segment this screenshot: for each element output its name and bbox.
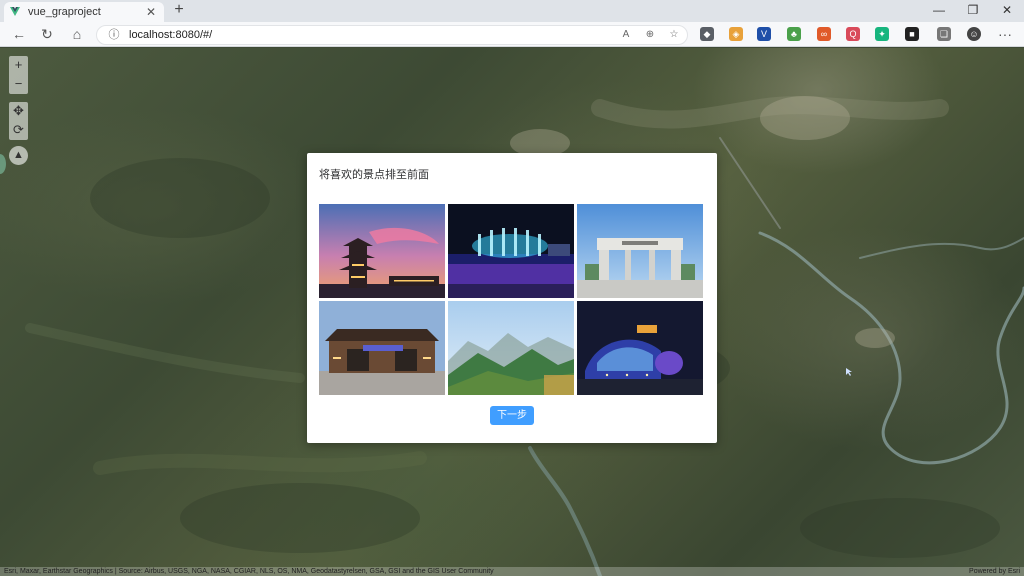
- mouse-pointer-icon: [846, 368, 852, 376]
- extension-glasses-icon[interactable]: ∞: [817, 27, 831, 41]
- favorite-star-icon[interactable]: ☆: [667, 28, 681, 42]
- home-icon[interactable]: ⌂: [68, 26, 86, 44]
- photo-mountain-ridge[interactable]: [448, 301, 574, 395]
- next-step-button[interactable]: 下一步: [490, 406, 534, 425]
- minimize-button[interactable]: —: [922, 0, 956, 22]
- photo-university-gate[interactable]: [577, 204, 703, 298]
- attribution-text: Esri, Maxar, Earthstar Geographics | Sou…: [4, 568, 494, 575]
- photo-pavilion-tower-sunset[interactable]: [319, 204, 445, 298]
- collections-icon[interactable]: ❏: [937, 27, 951, 41]
- pan-icon[interactable]: ✥: [9, 102, 28, 121]
- window-controls: — ❐ ✕: [922, 0, 1024, 22]
- extension-red-badge-icon[interactable]: ■: [905, 27, 919, 41]
- ranking-dialog: 将喜欢的景点排至前面 下一步: [307, 153, 717, 443]
- navigation-control: ✥ ⟳: [9, 102, 28, 140]
- zoom-icon[interactable]: ⊕: [643, 28, 657, 42]
- browser-tab-bar: vue_graproject ✕ + — ❐ ✕: [0, 0, 1024, 22]
- photo-fountain-night[interactable]: [448, 204, 574, 298]
- extension-colorful-icon[interactable]: ◈: [729, 27, 743, 41]
- extension-leaf-icon[interactable]: ♣: [787, 27, 801, 41]
- read-aloud-icon[interactable]: A: [619, 28, 633, 42]
- browser-tab[interactable]: vue_graproject ✕: [4, 2, 164, 22]
- restore-button[interactable]: ❐: [956, 0, 990, 22]
- tab-close-icon[interactable]: ✕: [144, 5, 158, 19]
- refresh-icon[interactable]: ↻: [38, 26, 56, 44]
- compass-icon[interactable]: ▲: [9, 146, 28, 165]
- zoom-out-button[interactable]: −: [9, 75, 28, 94]
- extension-shield-icon[interactable]: ◆: [700, 27, 714, 41]
- vue-logo-icon: [10, 7, 20, 16]
- map-attribution: Esri, Maxar, Earthstar Geographics | Sou…: [0, 567, 1024, 576]
- dialog-title: 将喜欢的景点排至前面: [319, 169, 429, 181]
- zoom-in-button[interactable]: +: [9, 56, 28, 75]
- photo-ancient-town-gate[interactable]: [319, 301, 445, 395]
- close-window-button[interactable]: ✕: [990, 0, 1024, 22]
- extension-v-icon[interactable]: V: [757, 27, 771, 41]
- browser-toolbar: ← ↻ ⌂ ⓘ localhost:8080/#/ A ⊕ ☆ ◆ ◈ V ♣ …: [0, 22, 1024, 47]
- address-bar[interactable]: ⓘ localhost:8080/#/ A ⊕ ☆: [96, 25, 688, 45]
- browser-menu-button[interactable]: ···: [996, 26, 1014, 44]
- photo-grid: [319, 204, 705, 395]
- photo-night-stadium[interactable]: [577, 301, 703, 395]
- rotate-icon[interactable]: ⟳: [9, 121, 28, 140]
- url-text[interactable]: localhost:8080/#/: [129, 29, 212, 41]
- new-tab-button[interactable]: +: [170, 2, 188, 20]
- profile-avatar-icon[interactable]: ☺: [967, 27, 981, 41]
- tab-title: vue_graproject: [28, 6, 101, 18]
- zoom-control: + −: [9, 56, 28, 94]
- back-arrow-icon[interactable]: ←: [10, 26, 28, 44]
- powered-by-esri-link[interactable]: Powered by Esri: [969, 567, 1020, 576]
- site-info-icon[interactable]: ⓘ: [107, 28, 121, 42]
- extension-search-icon[interactable]: Q: [846, 27, 860, 41]
- extension-pin-icon[interactable]: ✦: [875, 27, 889, 41]
